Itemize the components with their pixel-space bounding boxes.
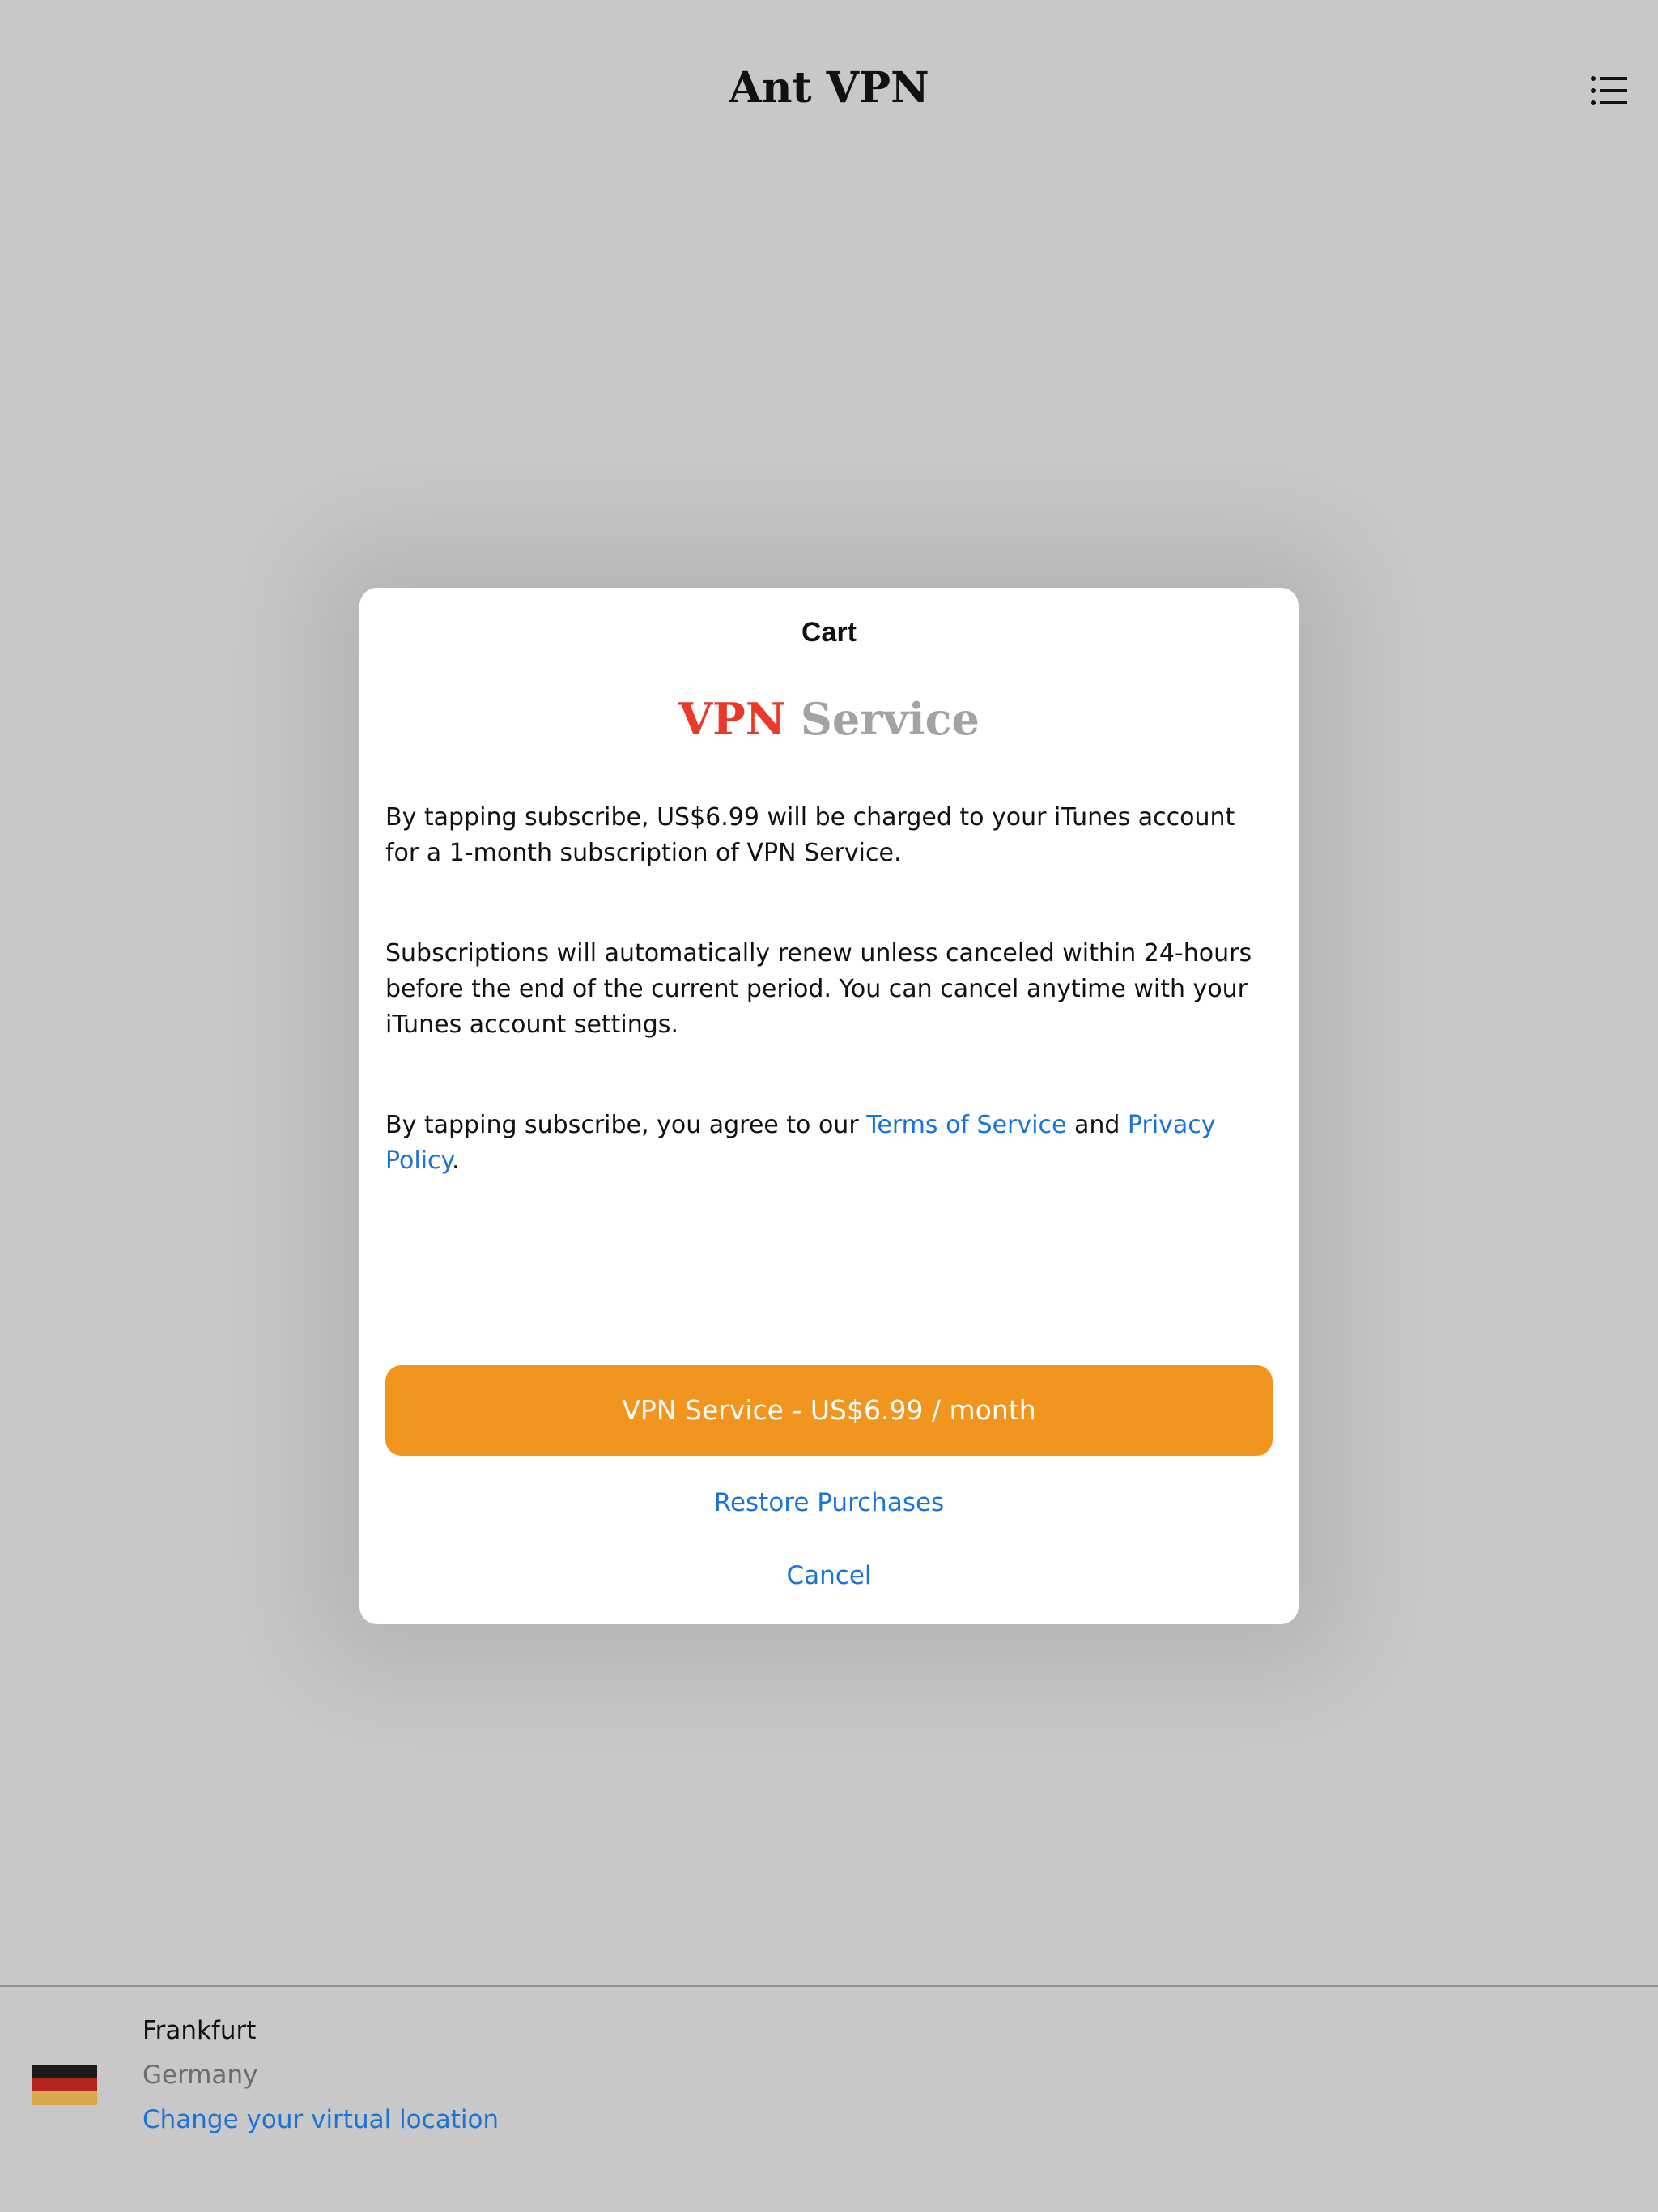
agreement-suffix: . <box>452 1146 460 1175</box>
list-menu-icon <box>1591 76 1627 105</box>
location-country: Germany <box>142 2061 258 2090</box>
subscribe-button[interactable]: VPN Service - US$6.99 / month <box>385 1365 1273 1456</box>
cancel-button[interactable]: Cancel <box>359 1561 1299 1590</box>
menu-button[interactable] <box>1590 74 1627 107</box>
charge-description: By tapping subscribe, US$6.99 will be ch… <box>385 803 1235 867</box>
product-logo-vpn: VPN <box>678 693 786 745</box>
agreement-text: By tapping subscribe, you agree to our T… <box>385 1108 1273 1179</box>
agreement-and: and <box>1066 1111 1128 1139</box>
agreement-prefix: By tapping subscribe, you agree to our <box>385 1111 867 1139</box>
restore-purchases-button[interactable]: Restore Purchases <box>359 1488 1299 1517</box>
product-logo: VPN Service <box>359 693 1299 745</box>
renewal-description: Subscriptions will automatically renew u… <box>385 939 1252 1039</box>
cart-modal: Cart VPN Service By tapping subscribe, U… <box>359 588 1299 1624</box>
terms-of-service-link[interactable]: Terms of Service <box>866 1111 1066 1139</box>
app-title: Ant VPN <box>729 63 929 113</box>
germany-flag-icon <box>32 2065 97 2106</box>
product-logo-service: Service <box>800 693 980 745</box>
location-city: Frankfurt <box>142 2016 257 2045</box>
change-location-link[interactable]: Change your virtual location <box>142 2105 499 2134</box>
modal-title: Cart <box>801 617 857 648</box>
bottom-divider <box>0 1985 1658 1987</box>
